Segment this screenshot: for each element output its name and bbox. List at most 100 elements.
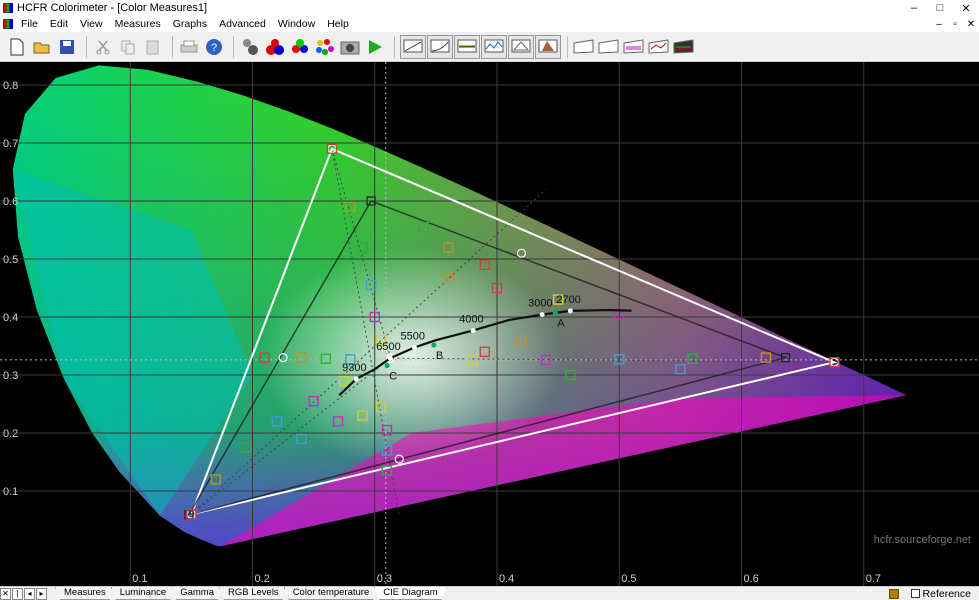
new-icon[interactable] (6, 36, 28, 58)
y-tick-label: 0.5 (3, 254, 18, 266)
menu-file[interactable]: File (15, 18, 44, 30)
tab-gamma[interactable]: Gamma (171, 587, 223, 600)
toolbar-separator (233, 35, 234, 58)
x-tick-label: 0.6 (744, 573, 759, 585)
tab-nav-close-button[interactable]: ✕ (0, 587, 11, 600)
illuminant-marker (552, 310, 558, 316)
temperature-marker (470, 327, 476, 333)
x-tick-labels: 0.1 0.2 0.3 0.4 0.5 0.6 0.7 (132, 573, 881, 585)
open-icon[interactable] (31, 36, 53, 58)
spectral-locus (12, 65, 907, 547)
x-tick-label: 0.7 (866, 573, 881, 585)
temperature-label: 9300 (342, 362, 366, 374)
temperature-marker (353, 376, 359, 382)
y-tick-label: 0.3 (3, 370, 18, 382)
menu-view[interactable]: View (74, 18, 109, 30)
graph-view-5-icon[interactable] (673, 36, 695, 58)
y-tick-label: 0.4 (3, 312, 18, 324)
color-temp-graph-icon[interactable] (481, 34, 507, 59)
temperature-marker (567, 308, 573, 314)
tab-color-temperature[interactable]: Color temperature (284, 587, 379, 600)
toolbar-separator (172, 35, 173, 58)
x-tick-label: 0.3 (377, 573, 392, 585)
copy-icon[interactable] (117, 36, 139, 58)
cie-graph-icon[interactable] (508, 34, 534, 59)
reference-toggle[interactable]: Reference (888, 587, 979, 600)
save-icon[interactable] (56, 36, 78, 58)
rgb-levels-graph-icon[interactable] (454, 34, 480, 59)
toolbar-separator (394, 35, 395, 58)
sensor-icon[interactable] (239, 36, 261, 58)
temperature-label: 2700 (556, 294, 580, 306)
window-title: HCFR Colorimeter - [Color Measures1] (17, 2, 208, 14)
mdi-restore-button[interactable]: ▫ (947, 19, 963, 30)
close-button[interactable]: ✕ (953, 2, 979, 15)
temperature-label: 4000 (459, 313, 483, 325)
color-wheel-icon[interactable] (314, 36, 336, 58)
mdi-controls: – ▫ ✕ (931, 19, 979, 30)
status-icon (888, 588, 899, 599)
cie-diagram: 0.1 0.2 0.3 0.4 0.5 0.6 0.7 0.1 0.2 0.3 0.4 0.5 0.6… (0, 62, 979, 586)
tab-rgb-levels[interactable]: RGB Levels (219, 587, 288, 600)
tab-nav-next-button[interactable]: ▸ (36, 587, 47, 600)
tab-cie-diagram[interactable]: CIE Diagram (374, 587, 446, 600)
graph-view-2-icon[interactable] (598, 36, 620, 58)
illuminant-label: C (389, 371, 397, 383)
generator-icon[interactable] (264, 36, 286, 58)
menu-window[interactable]: Window (272, 18, 321, 30)
temperature-marker (411, 344, 417, 350)
reference-checkbox[interactable] (910, 589, 920, 598)
cie-color-icon[interactable] (535, 34, 561, 59)
graph-view-4-icon[interactable] (648, 36, 670, 58)
illuminant-marker (384, 363, 390, 369)
gamma-graph-icon[interactable] (427, 34, 453, 59)
mdi-close-button[interactable]: ✕ (963, 19, 979, 30)
mdi-minimize-button[interactable]: – (931, 19, 947, 30)
temperature-label: 6500 (376, 341, 400, 353)
temperature-marker (387, 355, 393, 361)
help-icon[interactable]: ? (203, 36, 225, 58)
menu-measures[interactable]: Measures (109, 18, 167, 30)
temperature-marker (539, 312, 545, 318)
camera-icon[interactable] (339, 36, 361, 58)
toolbar-separator (86, 35, 87, 58)
print-icon[interactable] (178, 36, 200, 58)
svg-text:?: ? (211, 42, 217, 54)
illuminant-label: B (436, 350, 443, 362)
x-tick-label: 0.5 (621, 573, 636, 585)
restore-button[interactable]: □ (927, 2, 953, 14)
watermark: hcfr.sourceforge.net (873, 534, 971, 546)
tab-luminance[interactable]: Luminance (111, 587, 175, 600)
menu-graphs[interactable]: Graphs (167, 18, 213, 30)
menu-edit[interactable]: Edit (44, 18, 74, 30)
cut-icon[interactable] (92, 36, 114, 58)
illuminant-marker (431, 342, 437, 348)
x-tick-label: 0.1 (132, 573, 147, 585)
minimize-button[interactable]: – (901, 2, 927, 14)
temperature-label: 5500 (400, 330, 424, 342)
paste-icon[interactable] (142, 36, 164, 58)
graph-view-3-icon[interactable] (623, 36, 645, 58)
menu-advanced[interactable]: Advanced (213, 18, 272, 30)
reference-label: Reference (922, 587, 971, 600)
temperature-label: 3000 (528, 298, 552, 310)
play-icon[interactable] (364, 36, 386, 58)
cie-chart-svg: 0.1 0.2 0.3 0.4 0.5 0.6 0.7 0.1 0.2 0.3 0.4 0.5 0.6… (0, 62, 979, 586)
rgb-balls-icon[interactable] (289, 36, 311, 58)
y-tick-label: 0.8 (3, 80, 18, 92)
toolbar: ? (0, 32, 979, 62)
y-tick-label: 0.6 (3, 196, 18, 208)
x-tick-label: 0.2 (255, 573, 270, 585)
menu-help[interactable]: Help (321, 18, 355, 30)
status-bar: ✕ | ◂ ▸ Measures Luminance Gamma RGB Lev… (0, 586, 979, 600)
graph-view-1-icon[interactable] (573, 36, 595, 58)
y-tick-label: 0.1 (3, 486, 18, 498)
y-tick-label: 0.7 (3, 138, 18, 150)
title-bar: HCFR Colorimeter - [Color Measures1] – □… (0, 0, 979, 16)
y-tick-labels: 0.1 0.2 0.3 0.4 0.5 0.6 0.7 0.8 (3, 80, 18, 498)
luminance-graph-icon[interactable] (400, 34, 426, 59)
tab-nav-first-button[interactable]: | (12, 587, 23, 600)
tab-measures[interactable]: Measures (55, 587, 115, 600)
tab-nav-prev-button[interactable]: ◂ (24, 587, 35, 600)
illuminant-label: A (557, 318, 565, 330)
